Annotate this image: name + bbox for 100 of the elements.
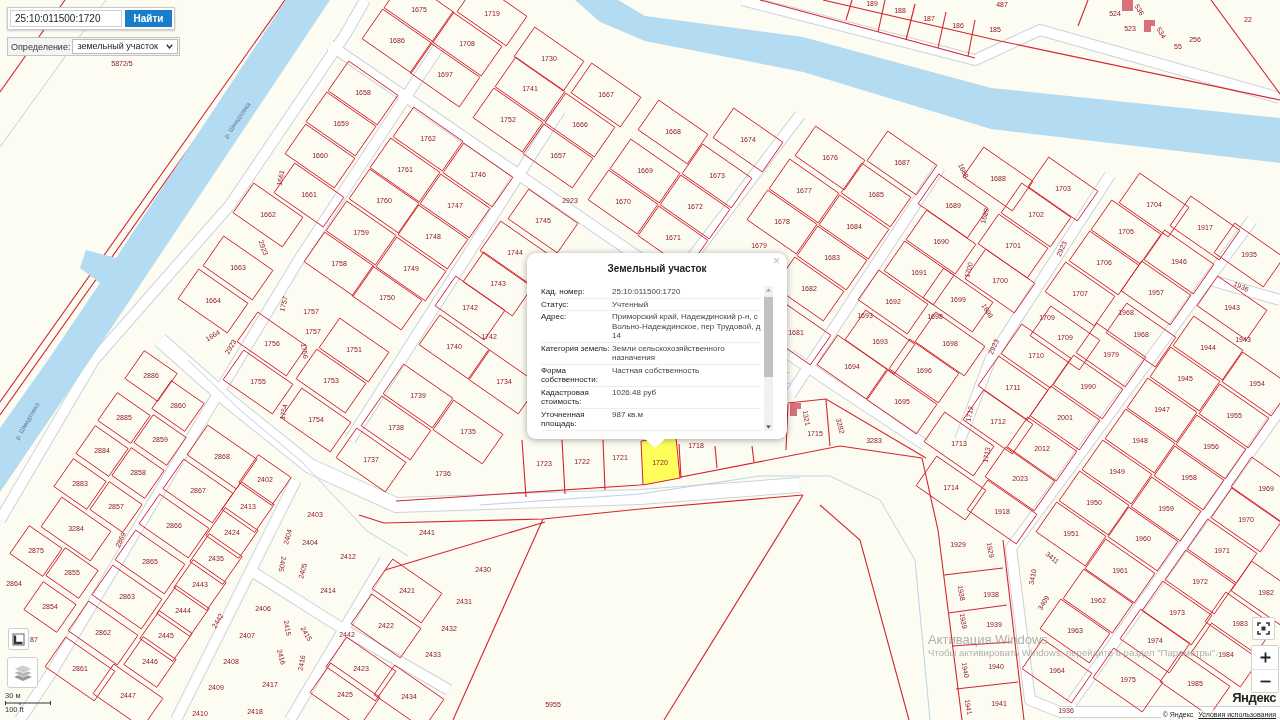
parcel xyxy=(397,204,469,270)
plus-icon xyxy=(1259,652,1271,663)
parcel xyxy=(351,265,423,331)
scroll-down-icon[interactable] xyxy=(764,422,773,431)
parcel xyxy=(866,369,938,435)
search-button[interactable]: Найти xyxy=(125,10,172,27)
parcel xyxy=(9,525,63,577)
parcel xyxy=(442,142,514,208)
parcel xyxy=(712,107,784,173)
parcel xyxy=(794,125,866,191)
parcel xyxy=(189,533,243,585)
parcel xyxy=(173,559,227,611)
parcel xyxy=(570,62,642,128)
parcel xyxy=(156,585,210,637)
definition-select[interactable]: земельный участок xyxy=(72,39,179,54)
parcel xyxy=(45,547,99,599)
selected-parcel[interactable] xyxy=(640,436,681,486)
parcel xyxy=(1196,275,1268,341)
parcel xyxy=(966,479,1038,545)
parcel xyxy=(1105,302,1177,368)
parcel xyxy=(114,529,186,595)
parcel xyxy=(382,363,454,429)
parcel xyxy=(1029,305,1101,371)
parcel xyxy=(507,188,579,254)
parcel xyxy=(303,231,375,297)
parcel xyxy=(335,427,407,493)
field-label: Кадастровая стоимость: xyxy=(541,386,612,409)
parcel xyxy=(587,169,659,235)
parcel xyxy=(92,663,164,720)
parcel xyxy=(1027,156,1099,222)
parcel xyxy=(1143,229,1215,295)
parcel xyxy=(186,424,258,490)
parcel xyxy=(1149,346,1221,412)
parcel xyxy=(1107,506,1179,572)
parcel xyxy=(513,26,585,92)
parcel xyxy=(325,200,397,266)
parcel xyxy=(392,106,464,172)
parcel xyxy=(472,87,544,153)
minus-icon xyxy=(1259,679,1271,683)
parcel xyxy=(1210,487,1280,553)
field-label: Статус: xyxy=(541,298,612,311)
parcel xyxy=(91,564,163,630)
parcel xyxy=(1118,172,1190,238)
parcel xyxy=(284,123,356,189)
parcel xyxy=(360,395,432,461)
building-icon xyxy=(1144,20,1155,32)
parcel xyxy=(1198,383,1270,449)
parcel xyxy=(327,60,399,126)
parcel xyxy=(1058,470,1130,536)
field-value: Учтенный xyxy=(612,298,761,311)
fullscreen-button[interactable] xyxy=(1252,617,1275,640)
layers-button[interactable] xyxy=(7,657,38,688)
parcel xyxy=(371,558,443,624)
field-value: 987 кв.м xyxy=(612,408,761,431)
field-label: Уточненная площадь: xyxy=(541,408,612,431)
parcel xyxy=(202,235,274,301)
parcel xyxy=(1221,351,1280,417)
parcel xyxy=(905,209,977,275)
parcel xyxy=(1153,445,1225,511)
parcel xyxy=(796,225,868,291)
caret-icon xyxy=(166,44,174,49)
parcel xyxy=(637,99,709,165)
parcel xyxy=(1075,322,1147,388)
parcel xyxy=(609,138,681,204)
parcel xyxy=(123,636,177,688)
parcel xyxy=(369,137,441,203)
parcel xyxy=(111,447,165,499)
parcel xyxy=(857,269,929,335)
parcel xyxy=(238,454,292,506)
parcel xyxy=(1081,439,1153,505)
parcel xyxy=(1090,199,1162,265)
search-field[interactable]: 25:10:011500:1720 xyxy=(10,10,122,27)
parcel xyxy=(162,458,234,524)
parcel xyxy=(1052,354,1124,420)
definition-label: Определение: xyxy=(11,41,71,52)
parcel xyxy=(44,636,116,702)
parcel xyxy=(816,334,888,400)
parcel xyxy=(1169,195,1241,261)
parcel xyxy=(1141,580,1213,646)
parcel xyxy=(133,414,187,466)
parcel xyxy=(1035,501,1107,567)
parcel xyxy=(348,168,420,234)
ruler-icon xyxy=(12,632,25,646)
parcel xyxy=(840,162,912,228)
parcel xyxy=(1126,377,1198,443)
popup-title: Земельный участок xyxy=(606,263,708,275)
field-value: Приморский край, Надеждинский р-н, с Вольно-Надеждинское, пер Трудовой, д 14 xyxy=(612,311,761,343)
field-value: 25:10:011500:1720 xyxy=(612,286,761,299)
parcel xyxy=(1068,230,1140,296)
parcel xyxy=(1062,568,1134,634)
parcel xyxy=(124,350,178,402)
parcel xyxy=(97,392,151,444)
parcel xyxy=(221,481,275,533)
parcel xyxy=(305,91,377,157)
scrollbar-thumb[interactable] xyxy=(764,297,773,377)
parcel xyxy=(280,387,352,453)
field-label: Кад. номер: xyxy=(541,286,612,299)
building-icon xyxy=(790,403,801,416)
ruler-button[interactable] xyxy=(8,628,29,650)
parcel xyxy=(456,0,528,47)
